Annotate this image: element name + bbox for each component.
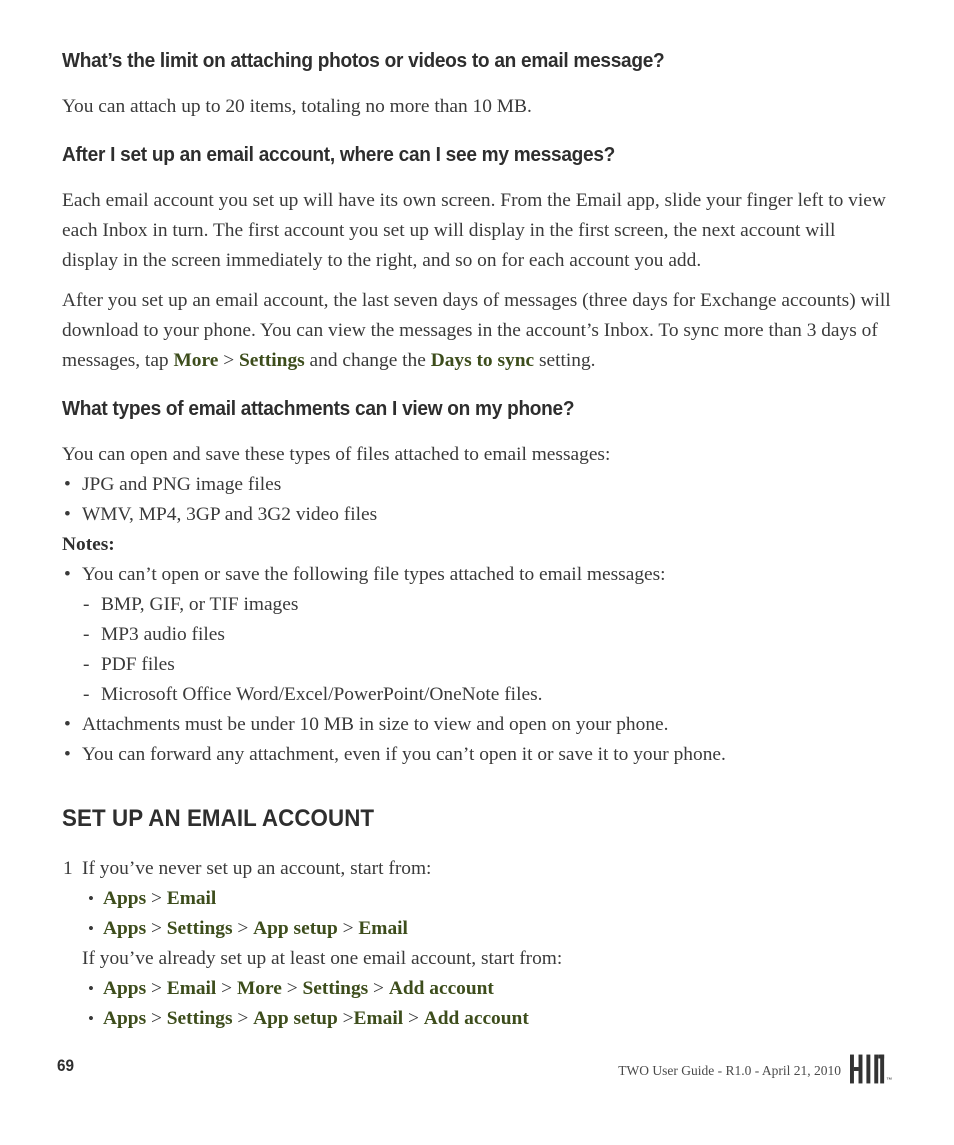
path-separator: >	[337, 1008, 354, 1029]
list-item: • You can’t open or save the following f…	[62, 560, 892, 590]
path-term-add-account[interactable]: Add account	[424, 1008, 529, 1029]
faq-heading-attachment-types: What types of email attachments can I vi…	[62, 397, 575, 420]
list-item-label: Attachments must be under 10 MB in size …	[82, 714, 669, 735]
list-item: • WMV, MP4, 3GP and 3G2 video files	[62, 500, 892, 530]
faq-answer-where-messages-para2: After you set up an email account, the l…	[62, 286, 892, 376]
bullet-icon: •	[88, 919, 94, 938]
bullet-icon: •	[64, 714, 71, 735]
path-term-app-setup[interactable]: App setup	[253, 918, 338, 939]
term-days-to-sync: Days to sync	[430, 350, 535, 371]
footer-guide-info: TWO User Guide - R1.0 - April 21, 2010	[618, 1063, 841, 1078]
list-item: • You can forward any attachment, even i…	[62, 740, 892, 770]
list-item-label: You can forward any attachment, even if …	[82, 744, 726, 765]
term-settings: Settings	[238, 350, 305, 371]
section-heading-set-up-email-account: SET UP AN EMAIL ACCOUNT	[62, 805, 375, 832]
path-separator: >	[337, 918, 359, 939]
term-more: More	[173, 350, 219, 371]
path-separator: >	[146, 888, 167, 909]
para2-text-c: setting.	[534, 350, 596, 371]
list-item-label: WMV, MP4, 3GP and 3G2 video files	[82, 504, 378, 525]
page-number: 69	[57, 1056, 75, 1075]
path-term-add-account[interactable]: Add account	[389, 978, 494, 999]
list-item-label: PDF files	[101, 654, 175, 675]
bullet-icon: •	[88, 979, 94, 998]
list-item: • Apps > Email	[62, 884, 892, 914]
unsupported-file-types-list: - BMP, GIF, or TIF images - MP3 audio fi…	[62, 590, 892, 710]
path-separator: >	[218, 350, 239, 371]
list-item-label: JPG and PNG image files	[82, 474, 282, 495]
list-item-label: BMP, GIF, or TIF images	[101, 594, 299, 615]
path-separator: >	[232, 918, 254, 939]
path-separator: >	[146, 1008, 167, 1029]
path-term-email[interactable]: Email	[167, 978, 217, 999]
bullet-icon: •	[88, 889, 94, 908]
path-separator: >	[146, 918, 167, 939]
first-time-paths-list: • Apps > Email • Apps > Settings > App s…	[62, 884, 892, 944]
path-term-email[interactable]: Email	[167, 888, 217, 909]
kin-logo-icon: ™	[850, 1054, 892, 1083]
list-item: - PDF files	[62, 650, 892, 680]
step-label: If you’ve never set up an account, start…	[82, 858, 432, 879]
footer-right-group: TWO User Guide - R1.0 - April 21, 2010 ™	[618, 1054, 892, 1084]
path-term-settings[interactable]: Settings	[167, 1008, 233, 1029]
list-item: - Microsoft Office Word/Excel/PowerPoint…	[62, 680, 892, 710]
notes-label: Notes:	[62, 530, 892, 560]
bullet-icon: •	[64, 564, 71, 585]
path-separator: >	[403, 1008, 424, 1029]
path-term-apps[interactable]: Apps	[103, 918, 146, 939]
path-term-apps[interactable]: Apps	[103, 1008, 146, 1029]
path-term-email[interactable]: Email	[358, 918, 408, 939]
notes-list-continued: • Attachments must be under 10 MB in siz…	[62, 710, 892, 770]
bullet-icon: •	[88, 1009, 94, 1028]
list-item: • JPG and PNG image files	[62, 470, 892, 500]
list-item: • Apps > Settings > App setup > Email	[62, 914, 892, 944]
list-item-label: Microsoft Office Word/Excel/PowerPoint/O…	[101, 684, 543, 705]
faq-answer-attachment-limit: You can attach up to 20 items, totaling …	[62, 96, 532, 117]
path-term-apps[interactable]: Apps	[103, 888, 146, 909]
path-term-settings[interactable]: Settings	[167, 918, 233, 939]
dash-icon: -	[83, 594, 90, 615]
dash-icon: -	[83, 684, 90, 705]
path-separator: >	[146, 978, 167, 999]
alt-start-text: If you’ve already set up at least one em…	[82, 948, 563, 969]
list-item: • Apps > Email > More > Settings > Add a…	[62, 974, 892, 1004]
list-item: • Apps > Settings > App setup >Email > A…	[62, 1004, 892, 1034]
faq-heading-where-messages: After I set up an email account, where c…	[62, 143, 616, 166]
dash-icon: -	[83, 654, 90, 675]
faq-heading-attachment-limit: What’s the limit on attaching photos or …	[62, 49, 665, 72]
bullet-icon: •	[64, 504, 71, 525]
existing-account-paths-list: • Apps > Email > More > Settings > Add a…	[62, 974, 892, 1034]
supported-file-types-list: • JPG and PNG image files • WMV, MP4, 3G…	[62, 470, 892, 530]
path-separator: >	[368, 978, 389, 999]
page-footer: 69 TWO User Guide - R1.0 - April 21, 201…	[0, 1046, 954, 1106]
notes-list: • You can’t open or save the following f…	[62, 560, 892, 590]
document-page: What’s the limit on attaching photos or …	[0, 0, 954, 1145]
path-term-more[interactable]: More	[237, 978, 282, 999]
path-term-settings[interactable]: Settings	[302, 978, 368, 999]
path-separator: >	[216, 978, 237, 999]
svg-text:™: ™	[886, 1076, 892, 1083]
para2-text-b: and change the	[304, 350, 431, 371]
path-term-apps[interactable]: Apps	[103, 978, 146, 999]
step-number: 1	[63, 858, 73, 879]
path-term-app-setup[interactable]: App setup	[253, 1008, 338, 1029]
bullet-icon: •	[64, 744, 71, 765]
dash-icon: -	[83, 624, 90, 645]
list-item: - BMP, GIF, or TIF images	[62, 590, 892, 620]
list-item: • Attachments must be under 10 MB in siz…	[62, 710, 892, 740]
path-separator: >	[232, 1008, 254, 1029]
list-item-label: You can’t open or save the following fil…	[82, 564, 666, 585]
faq-answer-attachment-types-intro: You can open and save these types of fil…	[62, 444, 611, 465]
path-term-email[interactable]: Email	[354, 1008, 404, 1029]
list-item: - MP3 audio files	[62, 620, 892, 650]
step-1: 1 If you’ve never set up an account, sta…	[62, 854, 892, 884]
path-separator: >	[281, 978, 303, 999]
faq-answer-where-messages-para1: Each email account you set up will have …	[62, 190, 886, 271]
bullet-icon: •	[64, 474, 71, 495]
list-item-label: MP3 audio files	[101, 624, 225, 645]
notes-label-text: Notes:	[62, 534, 115, 555]
